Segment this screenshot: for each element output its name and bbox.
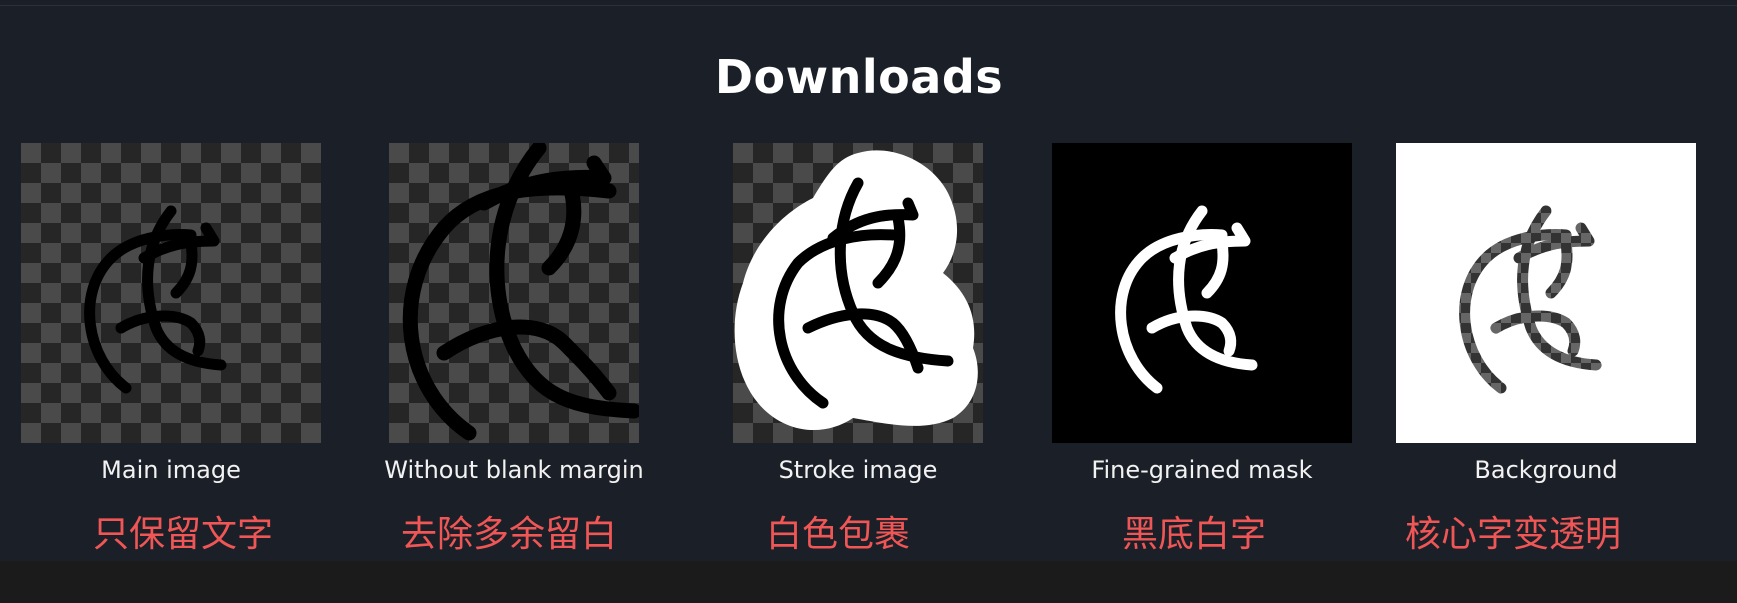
bottom-strip <box>0 561 1737 603</box>
no-margin-caption: Without blank margin <box>384 456 644 484</box>
mask-caption: Fine-grained mask <box>1091 456 1313 484</box>
fine-grained-mask-preview[interactable] <box>1052 143 1352 443</box>
handwritten-glyph-icon <box>1459 205 1602 394</box>
no-margin-preview[interactable] <box>389 143 639 443</box>
background-caption: Background <box>1474 456 1618 484</box>
handwritten-glyph-icon <box>84 205 227 394</box>
mask-note: 黑底白字 <box>1121 514 1266 555</box>
stroke-image-preview[interactable] <box>733 143 983 443</box>
top-divider <box>0 5 1737 6</box>
handwritten-glyph-icon <box>1115 205 1258 394</box>
main-image-note: 只保留文字 <box>92 514 273 555</box>
handwritten-glyph-icon <box>734 150 978 431</box>
stroke-image-caption: Stroke image <box>778 456 938 484</box>
main-image-preview[interactable] <box>21 143 321 443</box>
background-note: 核心字变透明 <box>1404 514 1621 555</box>
handwritten-glyph-icon <box>402 143 639 441</box>
no-margin-note: 去除多余留白 <box>400 514 617 555</box>
background-preview[interactable] <box>1396 143 1696 443</box>
stroke-image-note: 白色包裹 <box>765 514 910 555</box>
main-image-caption: Main image <box>101 456 241 484</box>
downloads-heading: Downloads <box>714 50 1004 104</box>
